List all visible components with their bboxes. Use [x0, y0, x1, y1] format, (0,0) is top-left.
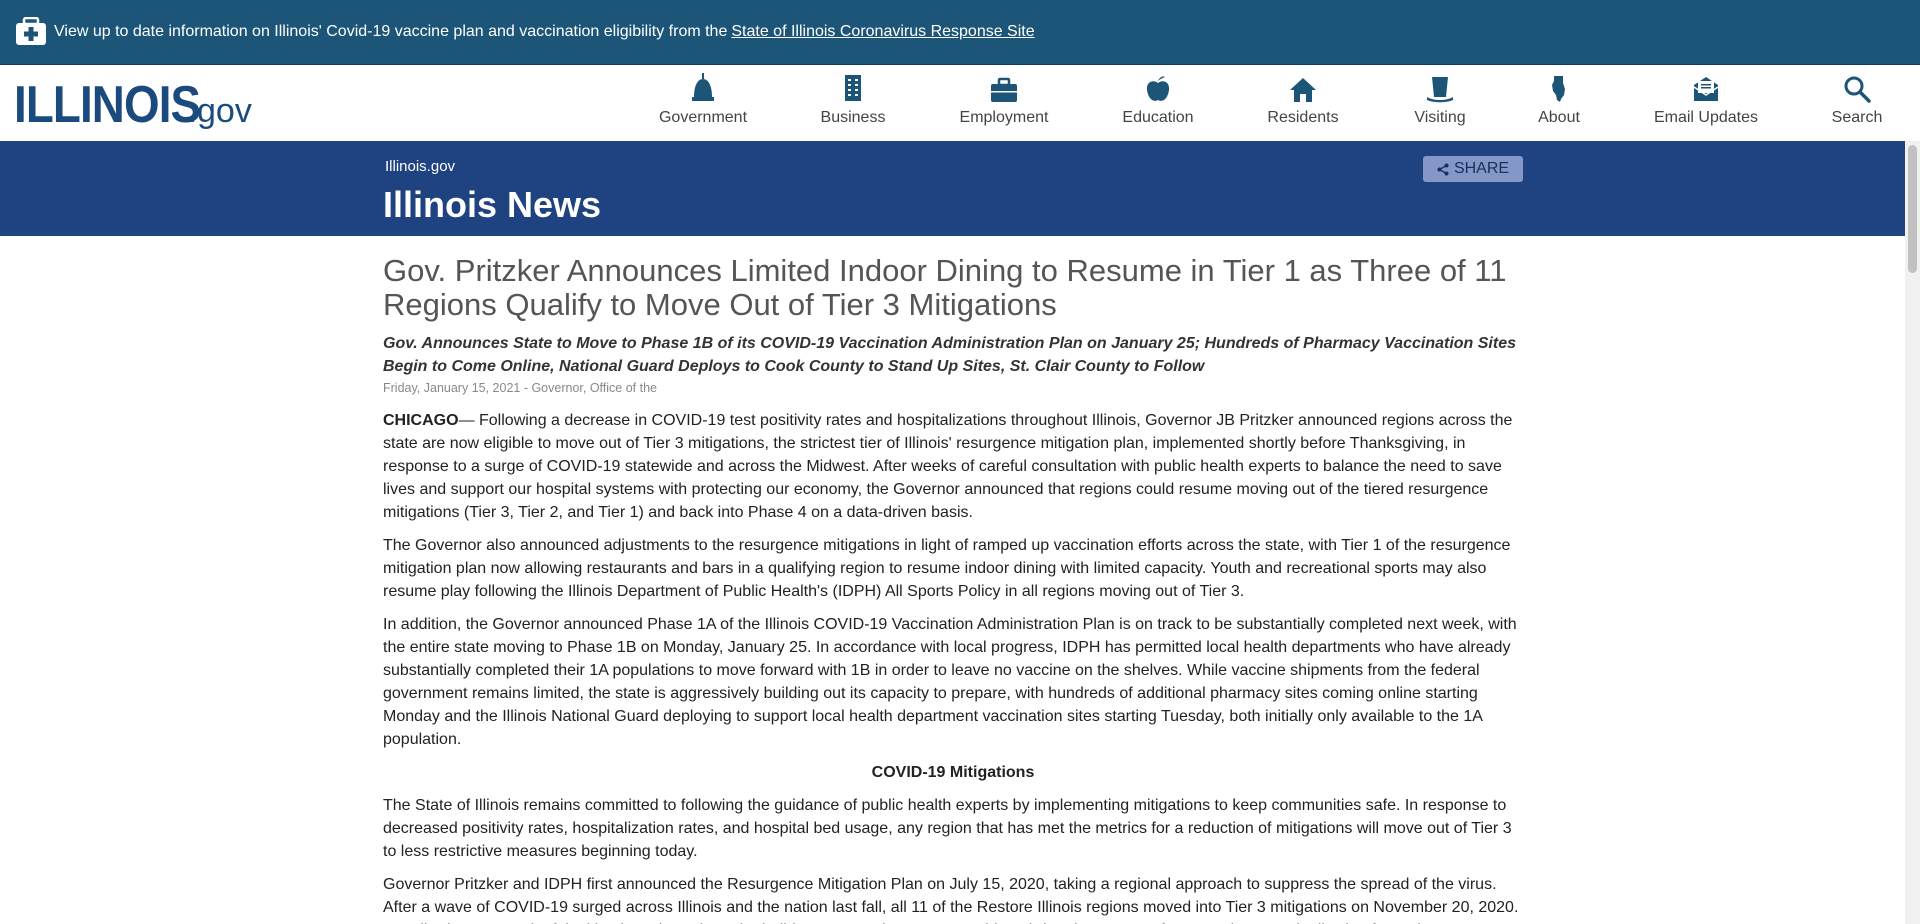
alert-banner: View up to date information on Illinois'… [0, 0, 1920, 65]
nav-label: About [1538, 109, 1580, 126]
nav-label: Visiting [1414, 109, 1466, 126]
article-subheadline: Gov. Announces State to Move to Phase 1B… [383, 335, 1516, 375]
nav-label: Search [1831, 109, 1883, 126]
article-paragraph: The State of Illinois remains committed … [383, 797, 1512, 860]
nav-about[interactable]: About [1528, 65, 1590, 141]
illinois-gov-logo[interactable]: ILLINOIS .gov [14, 76, 252, 134]
article-dateline: Friday, January 15, 2021 - Governor, Off… [383, 381, 657, 395]
house-icon [1283, 65, 1323, 103]
site-header: ILLINOIS .gov Government Business Employ… [0, 65, 1920, 141]
nav-label: Education [1122, 109, 1194, 126]
paragraph-text: — Following a decrease in COVID-19 test … [383, 412, 1513, 521]
nav-government[interactable]: Government [650, 65, 756, 141]
illinois-map-icon [1539, 65, 1579, 103]
nav-visiting[interactable]: Visiting [1400, 65, 1480, 141]
article-paragraph: CHICAGO— Following a decrease in COVID-1… [383, 409, 1523, 524]
breadcrumb-illinois-gov[interactable]: Illinois.gov [385, 158, 455, 175]
nav-residents[interactable]: Residents [1258, 65, 1348, 141]
article-paragraph: In addition, the Governor announced Phas… [383, 616, 1517, 748]
scrollbar-thumb[interactable] [1908, 145, 1917, 273]
hat-icon [1420, 65, 1460, 103]
briefcase-icon [984, 65, 1024, 103]
nav-email-updates[interactable]: Email Updates [1650, 65, 1762, 141]
nav-label: Email Updates [1653, 109, 1759, 126]
vertical-scrollbar[interactable] [1905, 141, 1920, 924]
section-title: Illinois News [383, 184, 602, 225]
first-aid-kit-icon [14, 16, 48, 47]
nav-label: Residents [1267, 109, 1339, 126]
building-icon [833, 65, 873, 103]
section-banner: Illinois.gov Illinois News SHARE [0, 141, 1905, 236]
nav-education[interactable]: Education [1114, 65, 1202, 141]
apple-icon [1138, 65, 1178, 103]
nav-search[interactable]: Search [1826, 65, 1888, 141]
coronavirus-response-link[interactable]: State of Illinois Coronavirus Response S… [731, 23, 1034, 41]
logo-wordmark: ILLINOIS [14, 76, 201, 134]
nav-business[interactable]: Business [806, 65, 900, 141]
nav-employment[interactable]: Employment [952, 65, 1056, 141]
nav-label: Government [658, 109, 748, 126]
lead-dateline: CHICAGO [383, 412, 459, 429]
search-icon [1837, 65, 1877, 103]
section-heading: COVID-19 Mitigations [871, 764, 1035, 781]
share-button[interactable]: SHARE [1423, 156, 1523, 182]
article-paragraph: Governor Pritzker and IDPH first announc… [383, 876, 1519, 924]
share-icon [1437, 163, 1449, 175]
share-label: SHARE [1453, 160, 1510, 177]
article: Gov. Pritzker Announces Limited Indoor D… [383, 254, 1523, 924]
alert-text: View up to date information on Illinois'… [54, 23, 728, 40]
envelope-icon [1686, 65, 1726, 103]
article-paragraph: The Governor also announced adjustments … [383, 537, 1511, 600]
article-headline: Gov. Pritzker Announces Limited Indoor D… [383, 253, 1507, 322]
nav-label: Employment [959, 109, 1049, 126]
nav-label: Business [820, 109, 886, 126]
capitol-dome-icon [683, 65, 723, 103]
